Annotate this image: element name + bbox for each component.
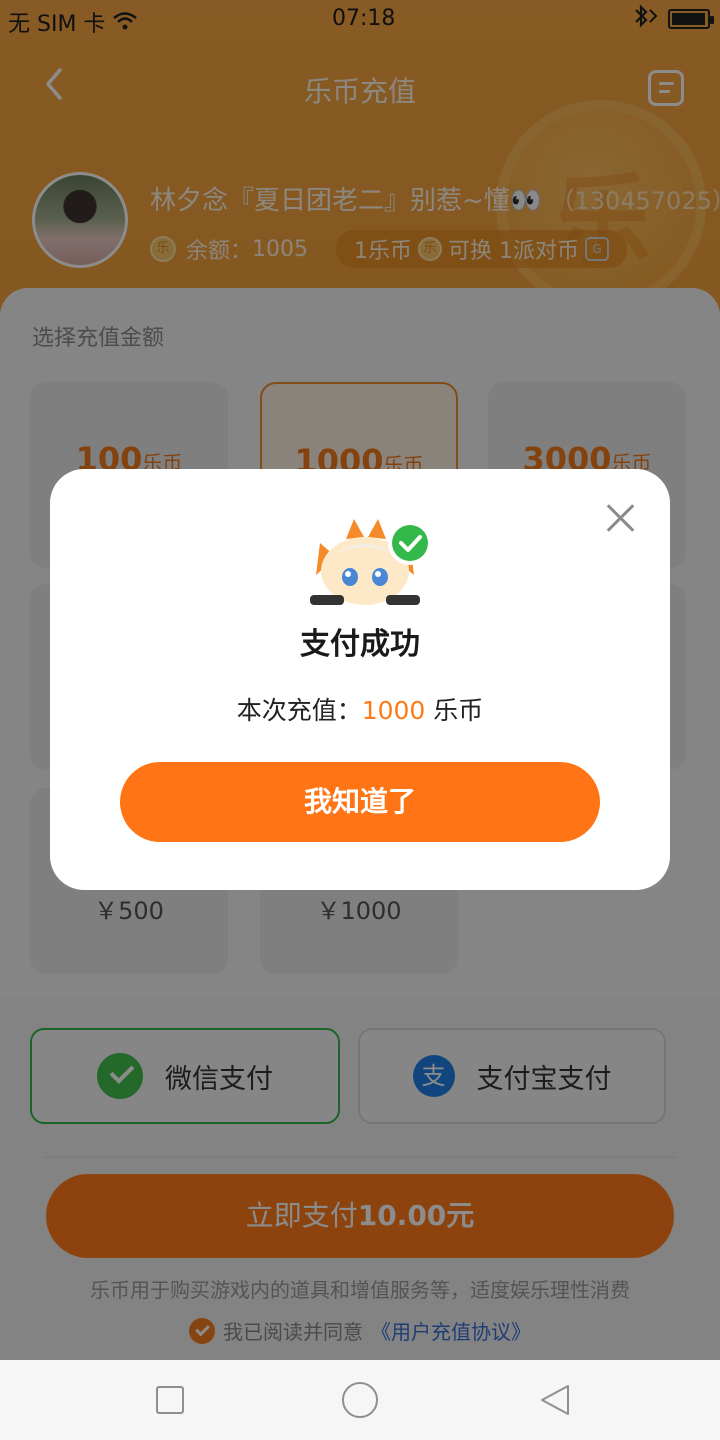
system-nav-bar: [0, 1360, 720, 1440]
mascot-success-icon: [306, 513, 432, 605]
recharge-amount: 1000: [361, 696, 426, 725]
recents-button[interactable]: [156, 1386, 184, 1414]
message-prefix: 本次充值：: [236, 696, 362, 725]
payment-success-dialog: 支付成功 本次充值：1000 乐币 我知道了: [50, 469, 670, 890]
recharge-page: 乐 无 SIM 卡 07:18 乐币充值 林夕念『夏日团老二』别惹~懂👀 （13…: [0, 0, 720, 1360]
message-suffix: 乐币: [425, 696, 484, 725]
home-button[interactable]: [342, 1382, 378, 1418]
confirm-button[interactable]: 我知道了: [120, 762, 600, 842]
dialog-message: 本次充值：1000 乐币: [50, 691, 670, 727]
system-back-button[interactable]: [538, 1382, 572, 1418]
triangle-back-icon: [541, 1385, 569, 1415]
dialog-title: 支付成功: [300, 627, 420, 662]
close-icon[interactable]: [605, 502, 637, 534]
